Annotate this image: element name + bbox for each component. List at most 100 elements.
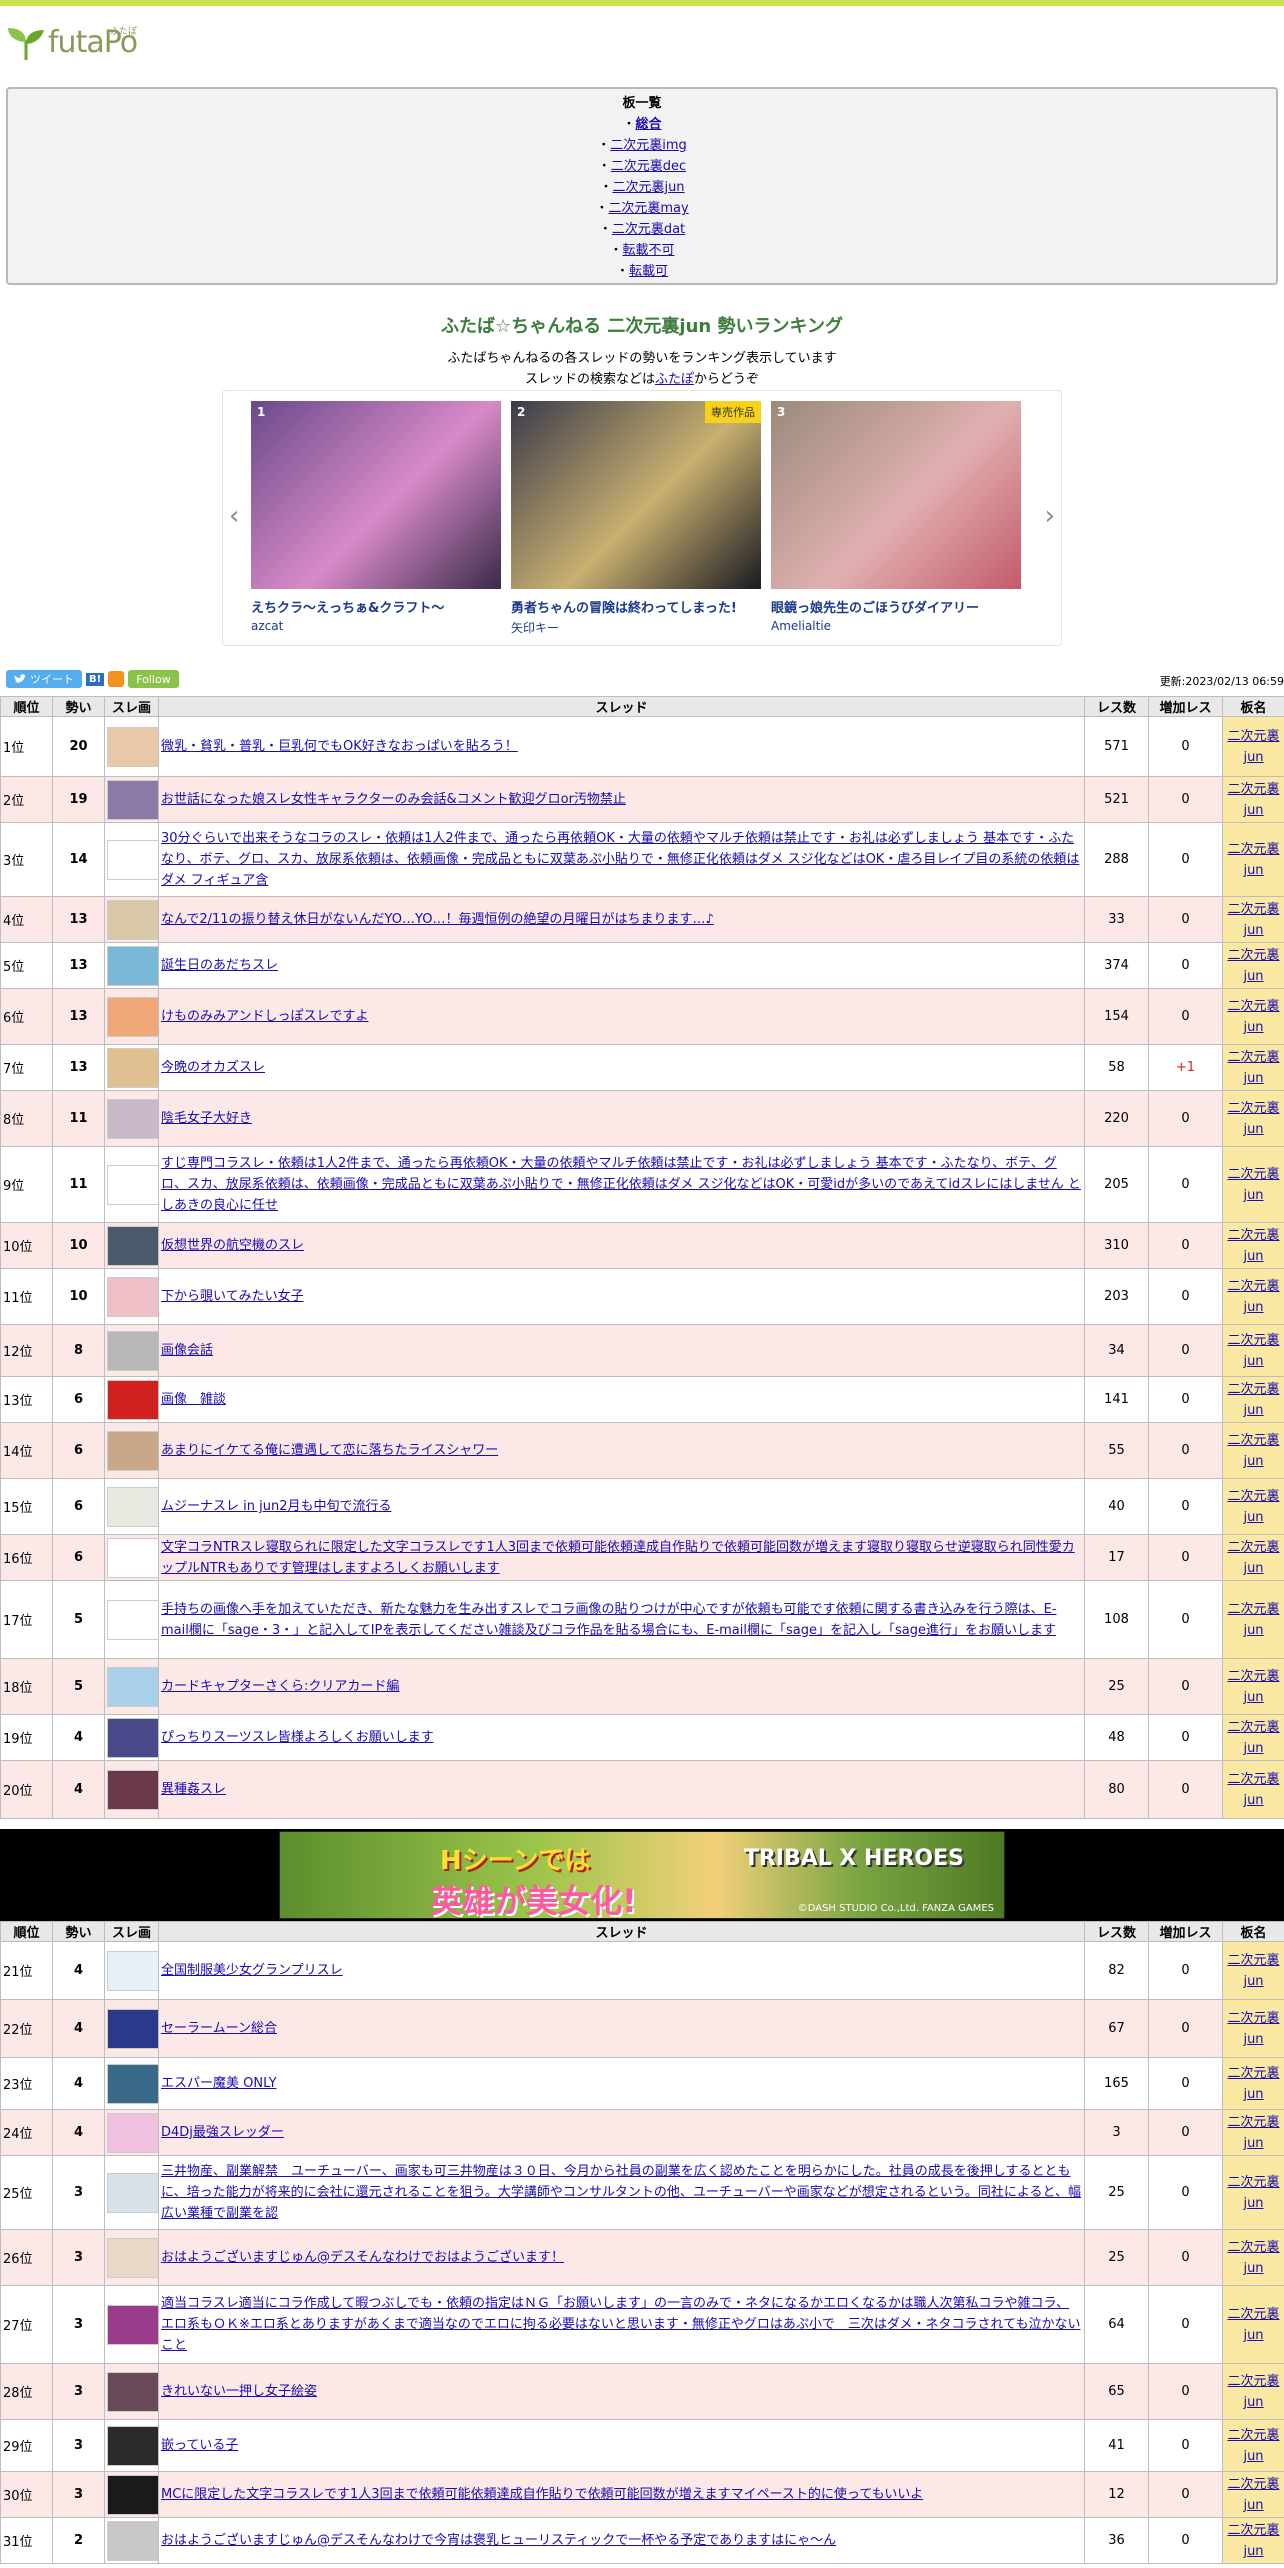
thread-thumbnail[interactable] (107, 1330, 159, 1371)
board-name-link[interactable]: 二次元裏jun (1227, 1167, 1279, 1203)
board-name-link[interactable]: 二次元裏jun (1227, 1101, 1279, 1137)
thumbnail-cell[interactable] (104, 2229, 159, 2286)
board-name-link[interactable]: 二次元裏jun (1227, 2374, 1279, 2410)
thread-link[interactable]: ぴっちりスーツスレ皆様よろしくお願いします (161, 1730, 434, 1745)
thread-thumbnail[interactable] (107, 1379, 159, 1420)
board-name-link[interactable]: 二次元裏jun (1227, 2428, 1279, 2464)
thread-thumbnail[interactable] (107, 1225, 159, 1266)
board-name-link[interactable]: 二次元裏jun (1227, 1720, 1279, 1756)
thumbnail-cell[interactable] (104, 988, 159, 1045)
thumbnail-cell[interactable] (104, 716, 159, 777)
rss-icon[interactable] (108, 671, 125, 687)
thread-thumbnail[interactable] (107, 899, 159, 940)
board-name-link[interactable]: 二次元裏jun (1227, 782, 1279, 818)
thumbnail-cell[interactable] (104, 1580, 159, 1659)
futapo-link[interactable]: ふたぽ (655, 372, 694, 387)
thread-link[interactable]: カードキャプターさくら:クリアカード編 (161, 1679, 399, 1694)
thumbnail-cell[interactable] (104, 1222, 159, 1269)
thumbnail-cell[interactable] (104, 1376, 159, 1423)
thumbnail-cell[interactable] (104, 1324, 159, 1377)
hatena-bookmark-button[interactable]: B! (86, 672, 105, 686)
board-name-link[interactable]: 二次元裏jun (1227, 729, 1279, 765)
thread-thumbnail[interactable] (107, 1666, 159, 1707)
board-name-link[interactable]: 二次元裏jun (1227, 1050, 1279, 1086)
thread-link[interactable]: D4Dj最強スレッダー (161, 2125, 284, 2140)
thread-thumbnail[interactable] (107, 2425, 159, 2466)
thread-link[interactable]: 手持ちの画像へ手を加えていただき、新たな魅力を生み出すスレでコラ画像の貼りつけが… (161, 1602, 1056, 1638)
thumbnail-cell[interactable] (104, 942, 159, 989)
board-name-link[interactable]: 二次元裏jun (1227, 948, 1279, 984)
thread-thumbnail[interactable] (107, 2172, 159, 2213)
thread-link[interactable]: 微乳・貧乳・普乳・巨乳何でもOK好きなおっぱいを貼ろう！ (161, 739, 518, 754)
thread-thumbnail[interactable] (107, 945, 159, 986)
thread-thumbnail[interactable] (107, 2237, 159, 2278)
thread-link[interactable]: 画像会話 (161, 1343, 213, 1358)
board-name-link[interactable]: 二次元裏jun (1227, 1489, 1279, 1525)
board-name-link[interactable]: 二次元裏jun (1227, 842, 1279, 878)
board-name-link[interactable]: 二次元裏jun (1227, 1433, 1279, 1469)
thread-link[interactable]: あまりにイケてる俺に遭遇して恋に落ちたライスシャワー (161, 1443, 498, 1458)
thread-thumbnail[interactable] (107, 2008, 159, 2049)
board-name-link[interactable]: 二次元裏jun (1227, 902, 1279, 938)
thread-thumbnail[interactable] (107, 2112, 159, 2153)
product-card[interactable]: 1 えちクラ～えっちぁ&クラフト～ azcat (251, 401, 501, 633)
product-circle[interactable]: 矢印キー (511, 619, 761, 636)
thread-thumbnail[interactable] (107, 1047, 159, 1088)
thread-thumbnail[interactable] (107, 1537, 159, 1578)
thread-thumbnail[interactable] (107, 726, 159, 767)
board-link[interactable]: 総合 (636, 117, 662, 132)
board-name-link[interactable]: 二次元裏jun (1227, 1228, 1279, 1264)
thumbnail-cell[interactable] (104, 776, 159, 823)
board-name-link[interactable]: 二次元裏jun (1227, 1602, 1279, 1638)
thread-thumbnail[interactable] (107, 1164, 159, 1205)
thread-link[interactable]: セーラームーン総合 (161, 2021, 277, 2036)
board-name-link[interactable]: 二次元裏jun (1227, 999, 1279, 1035)
thread-link[interactable]: 下から覗いてみたい女子 (161, 1289, 304, 1304)
thread-thumbnail[interactable] (107, 2520, 159, 2561)
thread-link[interactable]: 適当コラスレ適当にコラ作成して暇つぶしでも・依頼の指定はＮＧ「お願いします」の一… (161, 2296, 1080, 2353)
thumbnail-cell[interactable] (104, 1478, 159, 1535)
board-name-link[interactable]: 二次元裏jun (1227, 2523, 1279, 2559)
product-circle[interactable]: azcat (251, 619, 501, 633)
thread-thumbnail[interactable] (107, 2063, 159, 2104)
product-circle[interactable]: Amelialtie (771, 619, 1021, 633)
product-card[interactable]: 3 眼鏡っ娘先生のごほうびダイアリー Amelialtie (771, 401, 1021, 633)
thread-thumbnail[interactable] (107, 1599, 159, 1640)
board-link[interactable]: 二次元裏jun (612, 180, 684, 195)
thread-thumbnail[interactable] (107, 1486, 159, 1527)
thread-thumbnail[interactable] (107, 839, 159, 880)
board-name-link[interactable]: 二次元裏jun (1227, 1772, 1279, 1808)
thread-link[interactable]: 陰毛女子大好き (161, 1111, 252, 1126)
thread-link[interactable]: けものみみアンドしっぽスレですよ (161, 1009, 368, 1024)
product-image[interactable]: 2 専売作品 (511, 401, 761, 589)
product-card[interactable]: 2 専売作品 勇者ちゃんの冒険は終わってしまった! 矢印キー (511, 401, 761, 636)
thread-link[interactable]: 異種姦スレ (161, 1782, 226, 1797)
thumbnail-cell[interactable] (104, 1044, 159, 1091)
thread-link[interactable]: お世話になった娘スレ女性キャラクターのみ会話&コメント歓迎グロor汚物禁止 (161, 792, 626, 807)
thread-thumbnail[interactable] (107, 996, 159, 1037)
thumbnail-cell[interactable] (104, 1941, 159, 2000)
thread-link[interactable]: 30分ぐらいで出来そうなコラのスレ・依頼は1人2件まで、通ったら再依頼OK・大量… (161, 831, 1079, 888)
thread-thumbnail[interactable] (107, 1430, 159, 1471)
thumbnail-cell[interactable] (104, 1658, 159, 1715)
thread-link[interactable]: 嵌っている子 (161, 2438, 238, 2453)
thread-link[interactable]: 画像 雑談 (161, 1392, 226, 1407)
tweet-button[interactable]: ツイート (6, 670, 82, 688)
board-link[interactable]: 転載可 (629, 264, 668, 279)
thread-thumbnail[interactable] (107, 2371, 159, 2412)
thumbnail-cell[interactable] (104, 1714, 159, 1761)
board-name-link[interactable]: 二次元裏jun (1227, 2175, 1279, 2211)
product-image[interactable]: 3 (771, 401, 1021, 589)
thumbnail-cell[interactable] (104, 2363, 159, 2420)
board-link[interactable]: 転載不可 (623, 243, 675, 258)
board-name-link[interactable]: 二次元裏jun (1227, 2240, 1279, 2276)
thread-link[interactable]: ムジーナスレ in jun2月も中旬で流行る (161, 1499, 391, 1514)
thread-thumbnail[interactable] (107, 1098, 159, 1139)
thread-thumbnail[interactable] (107, 1717, 159, 1758)
board-link[interactable]: 二次元裏dat (612, 222, 685, 237)
board-name-link[interactable]: 二次元裏jun (1227, 1333, 1279, 1369)
thumbnail-cell[interactable] (104, 2285, 159, 2364)
board-name-link[interactable]: 二次元裏jun (1227, 2011, 1279, 2047)
thread-thumbnail[interactable] (107, 1276, 159, 1317)
board-name-link[interactable]: 二次元裏jun (1227, 2307, 1279, 2343)
